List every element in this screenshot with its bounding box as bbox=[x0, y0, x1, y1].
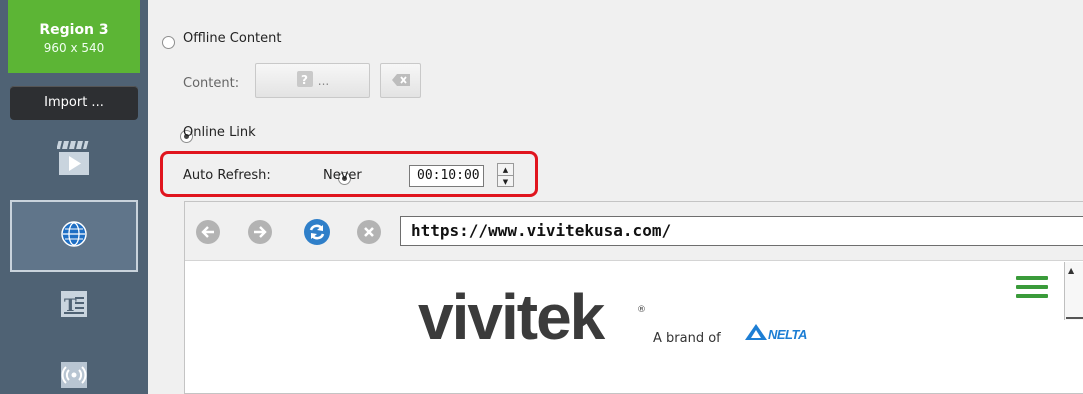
spin-down-icon[interactable]: ▼ bbox=[498, 175, 513, 187]
broadcast-icon bbox=[60, 361, 88, 393]
unknown-file-icon: ? bbox=[296, 70, 314, 92]
offline-content-radio[interactable] bbox=[162, 36, 175, 49]
refresh-icon[interactable] bbox=[304, 219, 330, 245]
browse-label: ... bbox=[317, 73, 330, 88]
sidebar-item-stream[interactable] bbox=[10, 345, 138, 394]
delta-logo: NELTA bbox=[745, 324, 807, 344]
scroll-up-icon[interactable]: ▲ bbox=[1068, 266, 1074, 275]
refresh-interval-input[interactable]: 00:10:00 bbox=[409, 165, 484, 187]
forward-icon[interactable] bbox=[248, 220, 272, 244]
content-browse-button[interactable]: ? ... bbox=[255, 63, 370, 98]
interval-spinner[interactable]: ▲ ▼ bbox=[497, 163, 514, 187]
content-clear-button[interactable] bbox=[380, 63, 421, 98]
url-input[interactable]: https://www.vivitekusa.com/ bbox=[400, 216, 1083, 246]
back-icon[interactable] bbox=[196, 220, 220, 244]
globe-icon bbox=[61, 221, 87, 251]
brand-of-text: A brand of bbox=[653, 331, 721, 346]
delta-text: NELTA bbox=[768, 326, 807, 342]
scroll-track-line bbox=[1066, 317, 1083, 319]
svg-text:?: ? bbox=[301, 73, 308, 87]
region-header[interactable]: Region 3 960 x 540 bbox=[8, 0, 140, 73]
video-clapper-icon bbox=[56, 139, 91, 181]
region-title: Region 3 bbox=[39, 22, 109, 38]
text-icon: T bbox=[60, 290, 88, 322]
hamburger-menu-icon[interactable] bbox=[1016, 276, 1048, 303]
content-label: Content: bbox=[183, 76, 240, 91]
stop-icon[interactable] bbox=[357, 220, 381, 244]
sidebar-item-text[interactable]: T bbox=[10, 274, 138, 338]
auto-refresh-label: Auto Refresh: bbox=[183, 168, 271, 183]
spin-up-icon[interactable]: ▲ bbox=[498, 164, 513, 175]
offline-content-label: Offline Content bbox=[183, 31, 282, 46]
sidebar-item-video[interactable] bbox=[10, 128, 138, 192]
registered-mark: ® bbox=[637, 305, 646, 315]
delta-triangle-icon bbox=[745, 324, 767, 344]
online-link-label: Online Link bbox=[183, 125, 256, 140]
never-label: Never bbox=[323, 168, 362, 183]
import-button[interactable]: Import ... bbox=[10, 86, 138, 120]
vivitek-logo: vivitek bbox=[418, 281, 605, 353]
region-size: 960 x 540 bbox=[43, 41, 105, 55]
clear-icon bbox=[391, 71, 410, 90]
sidebar-item-web[interactable] bbox=[10, 200, 138, 272]
